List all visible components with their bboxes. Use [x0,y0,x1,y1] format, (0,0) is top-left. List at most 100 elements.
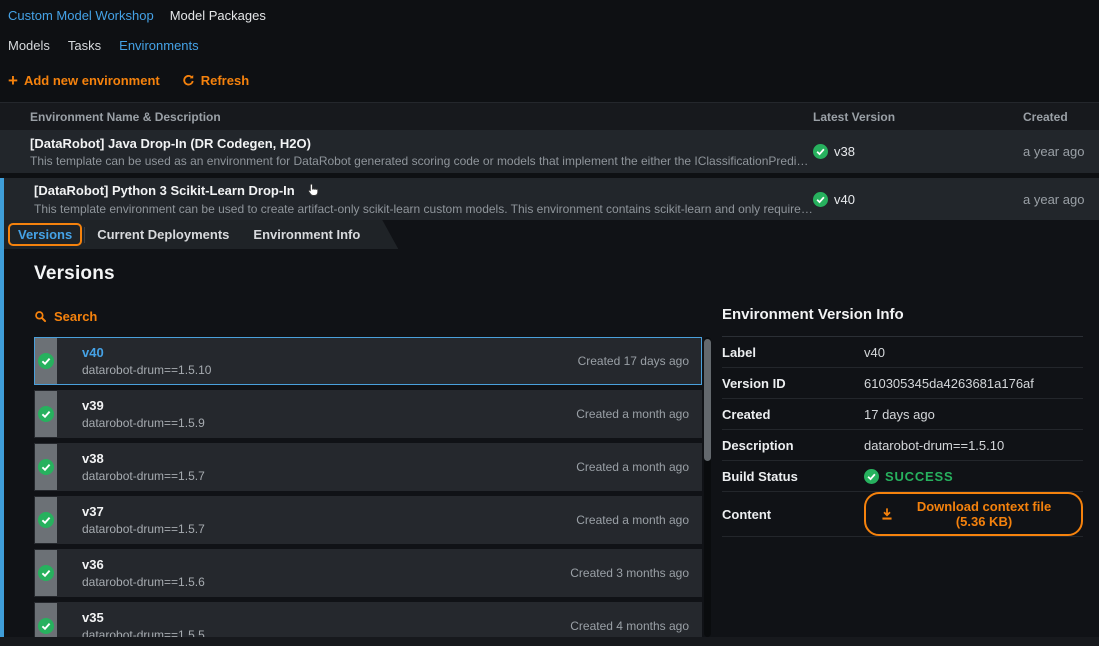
version-status-stripe [35,550,57,596]
version-item-v40[interactable]: v40 datarobot-drum==1.5.10 Created 17 da… [34,337,702,385]
version-status-stripe [35,444,57,490]
info-panel-title: Environment Version Info [722,306,1083,337]
field-value: v40 [864,345,885,360]
created-label: a year ago [1023,144,1099,159]
breadcrumb: Custom Model Workshop Model Packages [0,0,1099,23]
download-context-file-button[interactable]: Download context file (5.36 KB) [864,492,1083,536]
version-created: Created a month ago [576,460,701,474]
version-label: v39 [82,398,576,413]
version-created: Created 3 months ago [570,566,701,580]
tab-versions[interactable]: Versions [6,220,84,249]
build-status-badge: SUCCESS [864,469,953,484]
environment-row-java[interactable]: [DataRobot] Java Drop-In (DR Codegen, H2… [0,130,1099,173]
version-list: v40 datarobot-drum==1.5.10 Created 17 da… [34,337,702,645]
versions-list-column: Versions Search v40 datarobot-dr [34,263,702,645]
version-description: datarobot-drum==1.5.9 [82,416,576,430]
add-new-environment-button[interactable]: + Add new environment [8,73,160,88]
version-list-scrollbar[interactable] [704,337,711,637]
success-check-icon [813,144,828,159]
version-label: v36 [82,557,570,572]
field-value: 17 days ago [864,407,935,422]
tab-models[interactable]: Models [8,38,50,53]
success-check-icon [38,512,54,528]
build-status-text: SUCCESS [885,469,953,484]
info-row-content: Content Download context file (5.36 KB) [722,492,1083,537]
latest-version-label: v40 [834,192,855,207]
download-icon [880,507,894,521]
success-check-icon [38,406,54,422]
environment-row-python-sklearn[interactable]: [DataRobot] Python 3 Scikit-Learn Drop-I… [4,178,1099,220]
success-check-icon [38,353,54,369]
version-item-v36[interactable]: v36 datarobot-drum==1.5.6 Created 3 mont… [34,549,702,597]
download-button-label: Download context file (5.36 KB) [901,499,1067,529]
tab-environments[interactable]: Environments [119,38,198,53]
environment-description: This template environment can be used to… [34,202,813,216]
version-label: v35 [82,610,570,625]
success-check-icon [38,565,54,581]
version-description: datarobot-drum==1.5.6 [82,575,570,589]
search-label: Search [54,309,97,324]
latest-version-label: v38 [834,144,855,159]
version-item-v39[interactable]: v39 datarobot-drum==1.5.9 Created a mont… [34,390,702,438]
expanded-environment-section: [DataRobot] Python 3 Scikit-Learn Drop-I… [0,178,1099,645]
refresh-button[interactable]: Refresh [182,73,249,88]
field-label: Description [722,438,864,453]
field-label: Label [722,345,864,360]
created-label: a year ago [1023,192,1099,207]
version-description: datarobot-drum==1.5.7 [82,522,576,536]
search-icon [34,310,47,323]
field-label: Version ID [722,376,864,391]
environment-title: [DataRobot] Java Drop-In (DR Codegen, H2… [30,136,813,151]
nav-model-packages[interactable]: Model Packages [170,8,266,23]
field-label: Content [722,507,864,522]
field-value: datarobot-drum==1.5.10 [864,438,1004,453]
scrollbar-thumb[interactable] [704,339,711,461]
tab-focus-ring [8,223,82,246]
version-label: v38 [82,451,576,466]
header-name: Environment Name & Description [0,110,813,124]
header-created: Created [1023,110,1099,124]
version-description: datarobot-drum==1.5.10 [82,363,578,377]
version-created: Created a month ago [576,513,701,527]
plus-icon: + [8,75,18,87]
info-row-label: Label v40 [722,337,1083,368]
info-row-created: Created 17 days ago [722,399,1083,430]
success-check-icon [864,469,879,484]
tab-holder: Versions Current Deployments Environment… [4,220,398,249]
info-row-description: Description datarobot-drum==1.5.10 [722,430,1083,461]
field-label: Build Status [722,469,864,484]
info-row-version-id: Version ID 610305345da4263681a176af [722,368,1083,399]
success-check-icon [813,192,828,207]
tab-environment-info[interactable]: Environment Info [241,220,372,249]
version-label: v40 [82,345,578,360]
environment-description: This template can be used as an environm… [30,154,813,168]
field-label: Created [722,407,864,422]
next-row-edge [0,637,1099,646]
versions-heading: Versions [34,263,702,285]
version-created: Created 4 months ago [570,619,701,633]
field-value: 610305345da4263681a176af [864,376,1034,391]
success-check-icon [38,618,54,634]
environment-version-info-panel: Environment Version Info Label v40 Versi… [722,263,1083,645]
version-label: v37 [82,504,576,519]
environment-detail-tabs: Versions Current Deployments Environment… [4,220,1099,249]
version-item-v38[interactable]: v38 datarobot-drum==1.5.7 Created a mont… [34,443,702,491]
section-tabs: Models Tasks Environments [0,23,1099,53]
version-status-stripe [35,391,57,437]
environment-title: [DataRobot] Python 3 Scikit-Learn Drop-I… [34,183,295,198]
nav-custom-model-workshop[interactable]: Custom Model Workshop [8,8,154,23]
table-header: Environment Name & Description Latest Ve… [0,102,1099,130]
version-status-stripe [35,338,57,384]
info-row-build-status: Build Status SUCCESS [722,461,1083,492]
version-item-v37[interactable]: v37 datarobot-drum==1.5.7 Created a mont… [34,496,702,544]
version-description: datarobot-drum==1.5.7 [82,469,576,483]
version-status-stripe [35,497,57,543]
refresh-icon [182,74,195,87]
version-created: Created 17 days ago [578,354,701,368]
search-toggle[interactable]: Search [34,309,702,324]
header-latest-version: Latest Version [813,110,1023,124]
hand-cursor-icon [305,182,322,199]
versions-section: Versions Search v40 datarobot-dr [4,249,1099,645]
tab-current-deployments[interactable]: Current Deployments [85,220,241,249]
tab-tasks[interactable]: Tasks [68,38,101,53]
